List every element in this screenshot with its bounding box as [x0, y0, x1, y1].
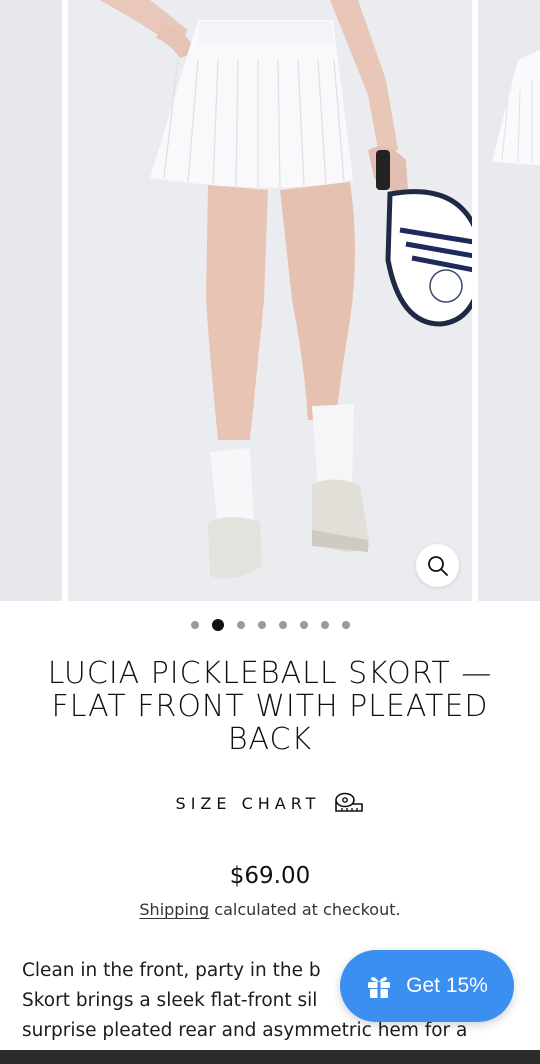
- gift-icon: [368, 977, 391, 998]
- pagination-dot[interactable]: [236, 621, 245, 629]
- pagination-dot[interactable]: [257, 621, 266, 629]
- pagination-dot[interactable]: [320, 621, 329, 629]
- shipping-note: Shipping calculated at checkout.: [0, 900, 540, 919]
- pagination-dot[interactable]: [341, 621, 350, 629]
- previous-product-photo: [0, 0, 62, 601]
- gallery-pagination: [0, 619, 540, 631]
- pagination-dot[interactable]: [190, 621, 199, 629]
- pagination-dot-active[interactable]: [211, 619, 224, 631]
- pagination-dot[interactable]: [278, 621, 287, 629]
- previous-slide-image[interactable]: [0, 0, 62, 601]
- next-slide-image[interactable]: [478, 0, 540, 601]
- discount-promo-button[interactable]: Get 15%: [340, 950, 514, 1022]
- active-slide-image[interactable]: [68, 0, 472, 601]
- next-product-photo: [478, 0, 540, 601]
- magnifier-icon: [427, 555, 448, 576]
- bottom-bar: [0, 1050, 540, 1064]
- shipping-link[interactable]: Shipping: [139, 900, 209, 919]
- pagination-dot[interactable]: [299, 621, 308, 629]
- product-photo-model-back-view: [68, 0, 472, 601]
- product-image-gallery[interactable]: [0, 0, 540, 601]
- size-chart-label: SIZE CHART: [175, 793, 321, 813]
- size-chart-button[interactable]: SIZE CHART: [0, 792, 540, 814]
- shipping-text: calculated at checkout.: [209, 900, 401, 919]
- measuring-tape-icon: [335, 792, 364, 812]
- product-price: $69.00: [229, 863, 311, 889]
- product-title: LUCIA PICKLEBALL SKORT — FLAT FRONT WITH…: [47, 656, 493, 757]
- promo-label: Get 15%: [406, 974, 488, 997]
- zoom-button[interactable]: [416, 544, 459, 587]
